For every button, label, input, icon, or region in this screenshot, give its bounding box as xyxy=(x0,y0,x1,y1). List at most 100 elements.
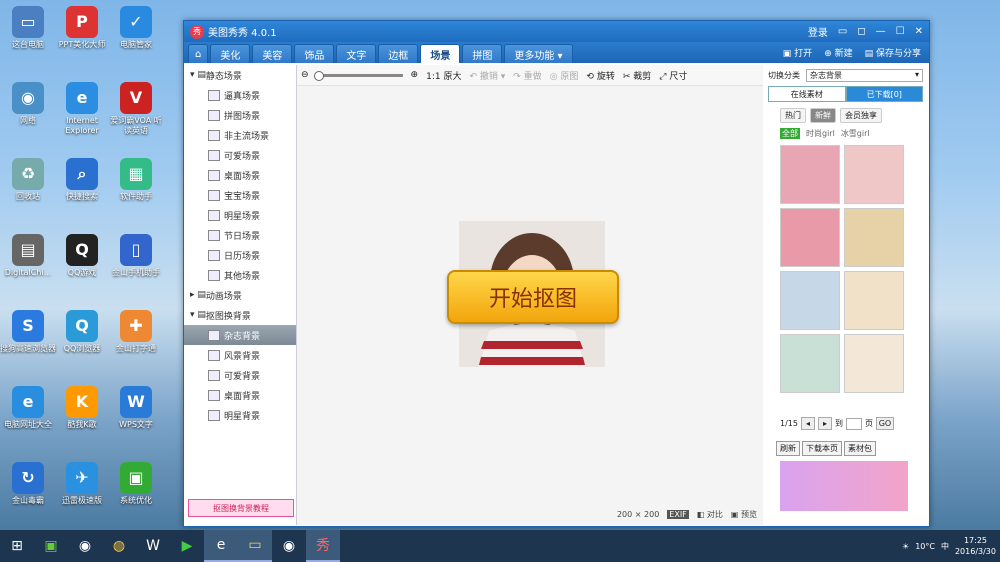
next-page-button[interactable]: ▸ xyxy=(817,417,832,430)
category-select[interactable]: 杂志背景 ▾ xyxy=(806,69,923,82)
explorer-taskbar-icon[interactable]: ▭ xyxy=(238,530,272,562)
close-button[interactable]: ✕ xyxy=(915,26,923,37)
player-icon[interactable]: ▶ xyxy=(170,531,204,561)
filter-all[interactable]: 全部 xyxy=(780,128,800,139)
redo-button[interactable]: ↷ 重做 xyxy=(513,69,541,82)
subtab-hot[interactable]: 热门 xyxy=(780,108,806,123)
skin-icon[interactable]: ◻ xyxy=(857,26,865,37)
tree-cutout-header[interactable]: ▾ ▤ 抠图换背景 xyxy=(184,305,296,325)
tree-item[interactable]: 拼图场景 xyxy=(184,105,296,125)
tree-item[interactable]: 节日场景 xyxy=(184,225,296,245)
tab-accessory[interactable]: 饰品 xyxy=(294,44,335,63)
subtab-new[interactable]: 新鲜 xyxy=(810,108,836,123)
prev-page-button[interactable]: ◂ xyxy=(800,417,815,430)
tree-item[interactable]: 其他场景 xyxy=(184,265,296,285)
exif-button[interactable]: EXIF xyxy=(667,509,689,519)
refresh-button[interactable]: 刷新 xyxy=(776,441,800,456)
tab-border[interactable]: 边框 xyxy=(378,44,419,63)
tree-item[interactable]: 宝宝场景 xyxy=(184,185,296,205)
meitu-taskbar-icon[interactable]: 秀 xyxy=(306,530,340,562)
login-link[interactable]: 登录 xyxy=(808,24,828,39)
tree-item[interactable]: 桌面场景 xyxy=(184,165,296,185)
tree-item[interactable]: 可爱背景 xyxy=(184,365,296,385)
tab-home[interactable]: ⌂ xyxy=(188,44,209,63)
desktop-icon[interactable]: ↻ 金山毒霸 xyxy=(0,462,56,506)
preview-button[interactable]: ▣ 预览 xyxy=(731,509,757,520)
tree-item[interactable]: 桌面背景 xyxy=(184,385,296,405)
clock[interactable]: 17:25 2016/3/30 xyxy=(955,535,996,557)
filter-fashion[interactable]: 时尚girl xyxy=(806,128,835,139)
download-page-button[interactable]: 下载本页 xyxy=(802,441,842,456)
iqiyi-icon[interactable]: ▣ xyxy=(34,531,68,561)
tree-item[interactable]: 可爱场景 xyxy=(184,145,296,165)
tab-text[interactable]: 文字 xyxy=(336,44,377,63)
zoom-slider-knob[interactable] xyxy=(313,70,324,81)
subtab-vip[interactable]: 会员独享 xyxy=(840,108,882,123)
desktop-icon[interactable]: ♻ 回收站 xyxy=(0,158,56,202)
go-button[interactable]: GO xyxy=(875,417,894,430)
new-button[interactable]: ⊕ 新建 xyxy=(824,46,852,59)
tab-downloaded[interactable]: 已下载[0] xyxy=(845,86,923,102)
tab-makeup[interactable]: 美容 xyxy=(252,44,293,63)
compare-button[interactable]: ◧ 对比 xyxy=(697,509,723,520)
tree-item[interactable]: 风景背景 xyxy=(184,345,296,365)
desktop-icon[interactable]: ✈ 迅雷极速版 xyxy=(54,462,110,506)
tab-beautify[interactable]: 美化 xyxy=(210,44,251,63)
minimize-button[interactable]: — xyxy=(876,26,886,37)
desktop-icon[interactable]: e 电脑网址大全 xyxy=(0,386,56,430)
material-thumbnail[interactable] xyxy=(844,271,904,330)
tutorial-button[interactable]: 抠图换背景教程 xyxy=(188,499,294,517)
desktop-icon[interactable]: ◉ 网络 xyxy=(0,82,56,126)
promo-banner[interactable] xyxy=(780,461,908,511)
resize-button[interactable]: ⤢ 尺寸 xyxy=(659,69,687,82)
material-thumbnail[interactable] xyxy=(780,271,840,330)
desktop-icon[interactable]: ▭ 这台电脑 xyxy=(0,6,56,50)
actual-size-button[interactable]: 1:1 原大 xyxy=(426,69,461,82)
message-icon[interactable]: ▭ xyxy=(838,26,847,37)
save-button[interactable]: ▤ 保存与分享 xyxy=(865,46,921,59)
filter-ice[interactable]: 冰雪girl xyxy=(841,128,870,139)
ime-indicator[interactable]: 中 xyxy=(941,541,949,552)
maximize-button[interactable]: ☐ xyxy=(896,26,905,37)
zoom-slider[interactable] xyxy=(313,70,403,81)
open-button[interactable]: ▣ 打开 xyxy=(783,46,812,59)
page-input[interactable] xyxy=(845,417,862,430)
desktop-icon[interactable]: ▤ DigitalChi... xyxy=(0,234,56,278)
tree-item[interactable]: 逼真场景 xyxy=(184,85,296,105)
desktop-icon[interactable]: Q QQ浏览器 xyxy=(54,310,110,354)
qq-icon[interactable]: ◉ xyxy=(68,531,102,561)
tab-more[interactable]: 更多功能 ▾ xyxy=(504,44,573,63)
zoom-out-icon[interactable]: ⊖ xyxy=(301,70,309,80)
weather-icon[interactable]: ☀ xyxy=(902,542,909,551)
material-thumbnail[interactable] xyxy=(780,145,840,204)
desktop-icon[interactable]: ▦ 软件助手 xyxy=(108,158,164,202)
original-button[interactable]: ◎ 原图 xyxy=(550,69,579,82)
desktop-icon[interactable]: ▣ 系统优化 xyxy=(108,462,164,506)
undo-button[interactable]: ↶ 撤销 ▾ xyxy=(469,69,505,82)
start-cutout-button[interactable]: 开始抠图 xyxy=(447,270,619,324)
desktop-icon[interactable]: W WPS文字 xyxy=(108,386,164,430)
material-pack-button[interactable]: 素材包 xyxy=(844,441,876,456)
desktop-icon[interactable]: e Internet Explorer xyxy=(54,82,110,136)
rotate-button[interactable]: ⟲ 旋转 xyxy=(586,69,614,82)
tree-item[interactable]: 日历场景 xyxy=(184,245,296,265)
material-thumbnail[interactable] xyxy=(844,145,904,204)
start-button[interactable]: ⊞ xyxy=(0,531,34,561)
desktop-icon[interactable]: ⌕ 快捷搜索 xyxy=(54,158,110,202)
browser-icon[interactable]: ◍ xyxy=(102,531,136,561)
desktop-icon[interactable]: S 搜狗高速浏览器 xyxy=(0,310,56,354)
ie-taskbar-icon[interactable]: e xyxy=(204,530,238,562)
word-icon[interactable]: W xyxy=(136,531,170,561)
material-thumbnail[interactable] xyxy=(844,208,904,267)
zoom-in-icon[interactable]: ⊕ xyxy=(411,70,419,80)
material-thumbnail[interactable] xyxy=(780,208,840,267)
desktop-icon[interactable]: ✓ 电脑管家 xyxy=(108,6,164,50)
tree-item[interactable]: 杂志背景 xyxy=(184,325,296,345)
tab-scene[interactable]: 场景 xyxy=(420,44,461,63)
desktop-icon[interactable]: Q QQ游戏 xyxy=(54,234,110,278)
tree-item[interactable]: 明星场景 xyxy=(184,205,296,225)
desktop-icon[interactable]: V 爱词霸VOA 听读英语 xyxy=(108,82,164,136)
material-thumbnail[interactable] xyxy=(780,334,840,393)
crop-button[interactable]: ✂ 裁剪 xyxy=(623,69,651,82)
tree-item[interactable]: 明星背景 xyxy=(184,405,296,425)
